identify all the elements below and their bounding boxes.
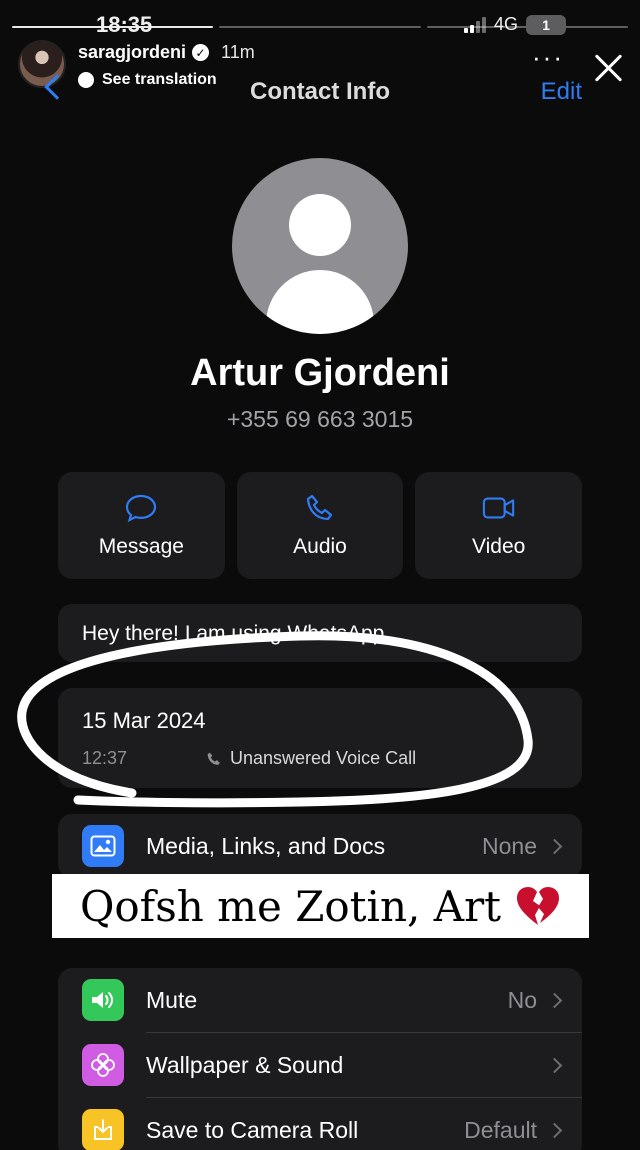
chevron-right-icon <box>546 838 563 854</box>
contact-phone: +355 69 663 3015 <box>226 406 414 432</box>
save-camera-roll-value: Default <box>464 1116 537 1143</box>
message-button[interactable]: Message <box>58 472 225 579</box>
save-camera-roll-label: Save to Camera Roll <box>146 1116 359 1143</box>
phone-icon <box>207 752 220 765</box>
story-progress-segment <box>219 26 421 28</box>
caption-text: Qofsh me Zotin, Art <box>79 881 502 931</box>
phone-icon <box>303 493 337 523</box>
call-type: Unanswered Voice Call <box>206 748 416 769</box>
call-time: 12:37 <box>82 748 128 768</box>
story-username[interactable]: saragjordeni <box>78 42 186 63</box>
media-label: Media, Links, and Docs <box>146 832 386 859</box>
chevron-right-icon <box>546 1122 563 1138</box>
mute-label: Mute <box>146 986 198 1013</box>
story-caption: Qofsh me Zotin, Art <box>52 874 589 938</box>
video-call-button[interactable]: Video <box>415 472 583 579</box>
contact-settings: Mute No Wallpaper & Sound Save to Camera… <box>58 968 582 1150</box>
contact-name: Artur Gjordeni <box>190 352 450 394</box>
media-links-docs-row[interactable]: Media, Links, and Docs None <box>58 814 582 878</box>
about-status: Hey there! I am using WhatsApp. <box>58 604 582 662</box>
photo-icon <box>82 825 124 867</box>
battery-icon: 1 <box>526 14 566 35</box>
save-camera-roll-row[interactable]: Save to Camera Roll Default <box>58 1098 582 1150</box>
network-type: 4G <box>493 14 518 34</box>
download-icon <box>82 1109 124 1150</box>
chat-bubble-icon <box>124 493 158 523</box>
chevron-right-icon <box>546 992 563 1008</box>
wallpaper-label: Wallpaper & Sound <box>146 1051 344 1078</box>
video-label: Video <box>472 534 526 558</box>
ellipsis-icon[interactable]: ··· <box>532 44 564 70</box>
speaker-icon <box>82 979 124 1021</box>
edit-button[interactable]: Edit <box>541 78 582 106</box>
audio-call-button[interactable]: Audio <box>236 472 404 579</box>
flower-icon <box>82 1044 124 1086</box>
signal-icon <box>463 16 486 33</box>
call-type-label: Unanswered Voice Call <box>230 748 417 768</box>
video-camera-icon <box>482 493 516 523</box>
call-date: 15 Mar 2024 <box>82 708 206 733</box>
wallpaper-sound-row[interactable]: Wallpaper & Sound <box>58 1033 582 1097</box>
media-value: None <box>482 832 537 859</box>
story-time: 11m <box>221 42 255 62</box>
contact-actions: Message Audio Video <box>58 472 583 579</box>
audio-label: Audio <box>293 534 347 558</box>
call-log-card: 15 Mar 2024 12:37 Unanswered Voice Call <box>58 688 582 788</box>
broken-heart-icon <box>517 887 560 925</box>
status-bar-right: 4G 1 <box>463 14 566 35</box>
mute-row[interactable]: Mute No <box>58 968 582 1032</box>
contact-photo[interactable] <box>232 158 408 334</box>
verified-badge-icon: ✓ <box>192 44 210 61</box>
mute-value: No <box>507 986 537 1013</box>
message-label: Message <box>98 534 184 558</box>
status-time: 18:35 <box>96 12 153 37</box>
chevron-right-icon <box>546 1057 563 1073</box>
